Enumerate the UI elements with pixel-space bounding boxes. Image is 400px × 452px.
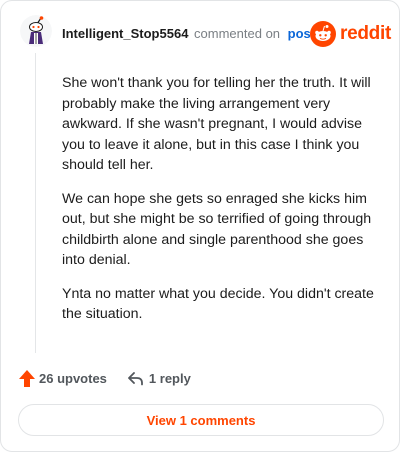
username-link[interactable]: Intelligent_Stop5564 — [62, 26, 188, 41]
comment-header: Intelligent_Stop5564 commented on post — [62, 26, 315, 42]
comment-actions: 26 upvotes 1 reply — [19, 370, 191, 387]
snoo-avatar-icon — [20, 15, 52, 47]
comment-card: Intelligent_Stop5564 commented on post r… — [0, 0, 400, 452]
thread-line — [35, 53, 36, 353]
reddit-wordmark: reddit — [340, 23, 391, 44]
upvote-arrow-icon — [19, 370, 35, 387]
commented-on-label: commented on — [194, 26, 281, 41]
reply-count: 1 reply — [148, 371, 191, 386]
comment-paragraph: She won't thank you for telling her the … — [62, 75, 371, 173]
comment-body: She won't thank you for telling her the … — [62, 73, 378, 338]
comment-paragraph: We can hope she gets so enraged she kick… — [62, 190, 372, 269]
reddit-logo-icon — [310, 21, 336, 47]
comment-paragraph: Ynta no matter what you decide. You didn… — [62, 285, 374, 323]
reddit-logo[interactable]: reddit — [310, 21, 391, 47]
view-comments-button[interactable]: View 1 comments — [18, 404, 384, 436]
reply-button[interactable]: 1 reply — [127, 371, 191, 386]
upvote-count: 26 upvotes — [39, 371, 107, 386]
reply-arrow-icon — [128, 372, 143, 386]
upvote-button[interactable]: 26 upvotes — [19, 370, 107, 387]
user-avatar[interactable] — [20, 15, 52, 47]
